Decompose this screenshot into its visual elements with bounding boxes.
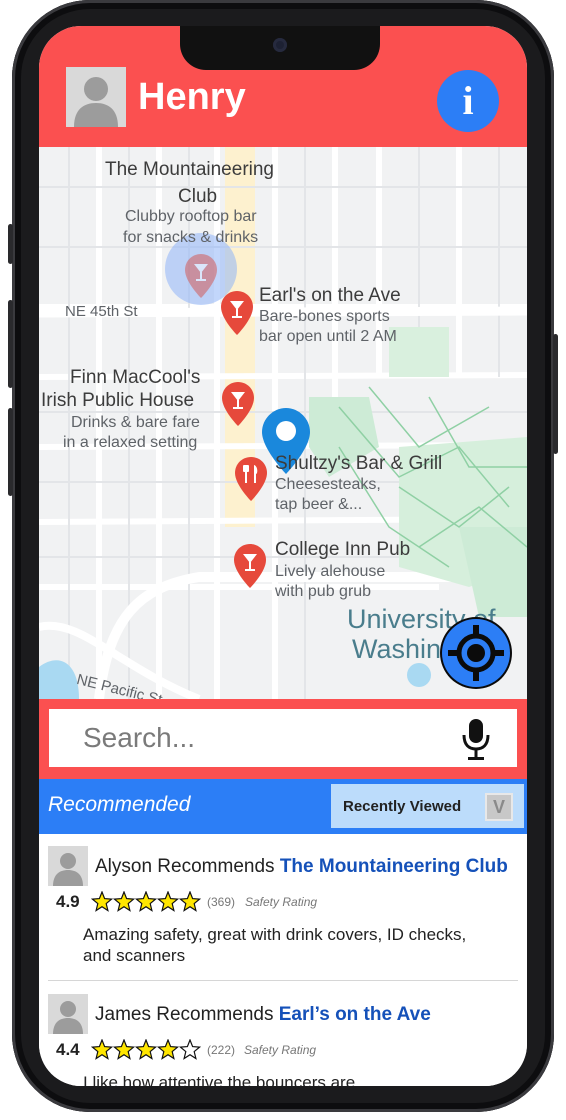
tab-recommended[interactable]: Recommended — [48, 793, 190, 817]
poi-college-inn-marker[interactable] — [233, 543, 267, 589]
mic-icon[interactable] — [459, 717, 493, 761]
safety-rating-label: Safety Rating — [244, 1043, 317, 1057]
poi-finn-desc: Drinks & bare fare — [71, 414, 200, 431]
poi-mountaineering-desc: Clubby rooftop bar — [125, 208, 257, 225]
recommended-place-link[interactable]: The Mountaineering Club — [280, 856, 508, 877]
microphone-icon — [462, 719, 490, 760]
app-screen: Henry i The Mountaineering Club Clubby r… — [39, 26, 527, 1086]
dropdown-toggle-button[interactable]: V — [485, 793, 513, 821]
star-rating — [91, 891, 201, 913]
poi-earls-name[interactable]: Earl's on the Ave — [259, 285, 401, 307]
recommendation-tabs: Recommended Recently Viewed V — [39, 779, 527, 834]
poi-college-inn-name[interactable]: College Inn Pub — [275, 539, 410, 561]
street-ne-45th: NE 45th St — [65, 303, 138, 320]
cocktail-pin-icon — [222, 382, 254, 426]
crosshair-icon — [448, 625, 504, 681]
list-divider — [48, 980, 518, 981]
person-icon — [48, 846, 88, 886]
rating-count: (369) — [207, 895, 236, 909]
person-icon — [48, 994, 88, 1034]
safety-rating-label: Safety Rating — [245, 895, 318, 909]
review-text: I like how attentive the bouncers are — [83, 1073, 356, 1086]
poi-shultzys-name[interactable]: Shultzy's Bar & Grill — [275, 453, 442, 475]
user-avatar[interactable] — [66, 67, 126, 127]
area-label-university-line2: Washin — [352, 634, 442, 664]
recommendation-card[interactable]: James Recommends Earl’s on the Ave 4.4 ( — [39, 982, 527, 1086]
poi-earls-desc-line2: bar open until 2 AM — [259, 328, 397, 345]
recently-viewed-dropdown[interactable]: Recently Viewed V — [331, 784, 524, 828]
mute-switch — [8, 224, 13, 264]
poi-shultzys-desc: Cheesesteaks, — [275, 476, 381, 493]
volume-up-button — [8, 300, 13, 388]
star-icons — [91, 891, 201, 912]
recenter-location-button[interactable] — [442, 619, 510, 687]
cocktail-pin-icon — [234, 544, 266, 588]
map-view[interactable]: The Mountaineering Club Clubby rooftop b… — [39, 147, 527, 699]
star-icons — [91, 1039, 201, 1060]
restaurant-pin-icon — [235, 457, 267, 501]
recommendation-list[interactable]: Alyson Recommends The Mountaineering Clu… — [39, 834, 527, 1086]
poi-earls-marker[interactable] — [220, 290, 254, 336]
person-icon — [66, 67, 126, 127]
poi-shultzys-marker[interactable] — [234, 456, 268, 502]
poi-shultzys-desc-line2: tap beer &... — [275, 496, 363, 513]
power-button — [553, 334, 558, 454]
recommender-avatar — [48, 846, 88, 886]
info-button[interactable]: i — [437, 70, 499, 132]
recommendation-title: Alyson Recommends The Mountaineering Clu… — [95, 856, 508, 878]
recommender-avatar — [48, 994, 88, 1034]
recommendation-card[interactable]: Alyson Recommends The Mountaineering Clu… — [39, 834, 527, 982]
poi-mountaineering-desc-line2: for snacks & drinks — [123, 229, 259, 246]
rating-value: 4.4 — [56, 1040, 80, 1059]
poi-finn-marker[interactable] — [221, 381, 255, 427]
rating-count: (222) — [207, 1043, 236, 1057]
poi-mountaineering-marker[interactable] — [184, 253, 218, 299]
recommender-name: James Recommends — [95, 1004, 274, 1025]
recommendation-title: James Recommends Earl’s on the Ave — [95, 1004, 431, 1026]
poi-finn-desc-line2: in a relaxed setting — [63, 434, 198, 451]
cocktail-pin-icon — [221, 291, 253, 335]
poi-college-inn-desc: Lively alehouse — [275, 563, 386, 580]
poi-mountaineering-name[interactable]: The Mountaineering — [105, 159, 274, 181]
recommender-name: Alyson Recommends — [95, 856, 275, 877]
poi-finn-name-line2[interactable]: Irish Public House — [41, 390, 194, 412]
cocktail-pin-icon — [185, 254, 217, 298]
volume-down-button — [8, 408, 13, 496]
review-text: Amazing safety, great with drink covers,… — [83, 925, 467, 965]
star-rating — [91, 1039, 201, 1061]
poi-college-inn-desc-line2: with pub grub — [275, 583, 372, 600]
front-camera — [273, 38, 287, 52]
search-bar — [39, 699, 527, 779]
recommended-place-link[interactable]: Earl’s on the Ave — [279, 1004, 431, 1025]
user-name: Henry — [138, 76, 246, 118]
poi-mountaineering-name-line2[interactable]: Club — [178, 186, 217, 208]
rating-value: 4.9 — [56, 892, 80, 911]
phone-notch — [180, 26, 380, 70]
recently-viewed-label: Recently Viewed — [343, 798, 462, 815]
poi-earls-desc: Bare-bones sports — [259, 308, 390, 325]
search-input[interactable] — [49, 709, 517, 767]
poi-finn-name[interactable]: Finn MacCool's — [70, 367, 200, 389]
